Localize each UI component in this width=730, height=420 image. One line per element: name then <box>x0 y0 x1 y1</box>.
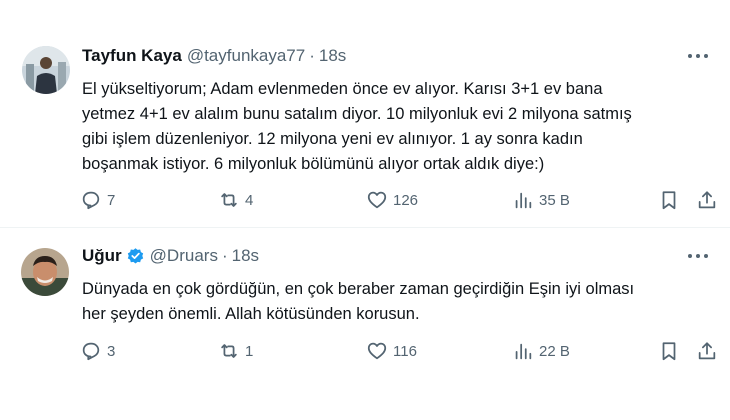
like-button[interactable]: 126 <box>366 189 418 211</box>
retweet-button[interactable]: 4 <box>218 189 253 211</box>
tweet-header: Uğur @Druars · 18s <box>82 246 259 266</box>
share-button[interactable] <box>696 189 718 211</box>
views-button[interactable]: 22 B <box>512 340 570 362</box>
view-count: 35 B <box>539 191 570 209</box>
like-count: 116 <box>393 342 417 360</box>
tweet-text: El yükseltiyorum; Adam evlenmeden önce e… <box>82 77 712 177</box>
more-dots-icon[interactable] <box>688 54 708 60</box>
tweet-header: Tayfun Kaya @tayfunkaya77 · 18s <box>82 46 346 66</box>
tweet-text-line: Dünyada en çok gördüğün, en çok beraber … <box>82 280 635 298</box>
reply-count: 3 <box>107 342 116 360</box>
views-chart-icon <box>515 343 532 360</box>
tweet-text-line: boşanmak istiyor. 6 milyonluk bölümünü a… <box>82 155 545 173</box>
views-button[interactable]: 35 B <box>512 189 570 211</box>
heart-icon <box>367 191 387 209</box>
avatar[interactable] <box>21 248 69 296</box>
tweet-text-line: yetmez 4+1 ev alalım bunu satalım diyor.… <box>82 105 632 123</box>
reply-count: 7 <box>107 191 116 209</box>
tweet-text-line: gibi işlem düzenleniyor. 12 milyona yeni… <box>82 130 583 148</box>
retweet-icon <box>221 344 237 358</box>
retweet-button[interactable]: 1 <box>218 340 253 362</box>
retweet-count: 1 <box>245 342 254 360</box>
reply-button[interactable]: 3 <box>80 340 115 362</box>
action-bar: 3 1 116 22 B <box>76 340 726 366</box>
bookmark-icon <box>662 191 676 210</box>
timestamp[interactable]: 18s <box>232 246 259 266</box>
retweet-count: 4 <box>245 191 254 209</box>
view-count: 22 B <box>539 342 570 360</box>
tweet-text-line: her şeyden önemli. Allah kötüsünden koru… <box>82 305 420 323</box>
avatar[interactable] <box>22 46 70 94</box>
like-button[interactable]: 116 <box>366 340 417 362</box>
bookmark-button[interactable] <box>658 340 680 362</box>
author-name[interactable]: Uğur <box>82 246 122 266</box>
heart-icon <box>367 342 387 360</box>
author-name[interactable]: Tayfun Kaya <box>82 46 182 66</box>
reply-icon <box>82 342 100 361</box>
reply-button[interactable]: 7 <box>80 189 115 211</box>
tweet[interactable]: Tayfun Kaya @tayfunkaya77 · 18s El yükse… <box>0 0 730 228</box>
separator: · <box>221 246 228 265</box>
views-chart-icon <box>515 192 532 209</box>
author-handle[interactable]: @Druars <box>150 246 218 266</box>
separator: · <box>309 46 315 65</box>
more-dots-icon[interactable] <box>688 254 708 260</box>
tweet-text: Dünyada en çok gördüğün, en çok beraber … <box>82 277 712 327</box>
bookmark-icon <box>662 342 676 361</box>
tweet-text-line: El yükseltiyorum; Adam evlenmeden önce e… <box>82 80 603 98</box>
verified-badge-icon <box>126 247 145 266</box>
reply-icon <box>82 191 100 210</box>
tweet[interactable]: Uğur @Druars · 18s Dünyada en çok gördüğ… <box>0 228 730 420</box>
action-bar: 7 4 126 35 B <box>76 189 726 215</box>
retweet-icon <box>221 193 237 207</box>
share-icon <box>698 342 716 360</box>
share-icon <box>698 191 716 209</box>
bookmark-button[interactable] <box>658 189 680 211</box>
like-count: 126 <box>393 191 419 209</box>
author-handle[interactable]: @tayfunkaya77 <box>187 46 305 66</box>
share-button[interactable] <box>696 340 718 362</box>
timestamp[interactable]: 18s <box>319 46 346 66</box>
